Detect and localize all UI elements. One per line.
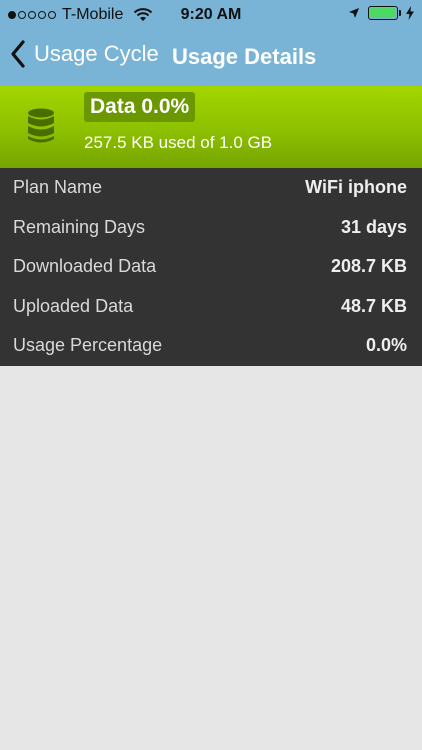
- usage-details-list: Plan Name WiFi iphone Remaining Days 31 …: [0, 168, 422, 366]
- battery-fill: [370, 8, 396, 18]
- status-bar: T-Mobile 9:20 AM: [0, 0, 422, 30]
- page-title: Usage Details: [172, 44, 317, 69]
- back-button[interactable]: Usage Cycle: [10, 40, 159, 68]
- detail-label: Downloaded Data: [13, 256, 157, 276]
- detail-label: Uploaded Data: [13, 295, 134, 316]
- detail-row-downloaded-data: Downloaded Data 208.7 KB: [0, 247, 422, 286]
- detail-value: 0.0%: [365, 335, 407, 355]
- detail-label: Usage Percentage: [13, 335, 163, 355]
- detail-value: WiFi iphone: [305, 177, 407, 197]
- detail-row-remaining-days: Remaining Days 31 days: [0, 208, 422, 247]
- detail-label: Remaining Days: [13, 216, 146, 237]
- chevron-left-icon: [11, 40, 25, 68]
- detail-row-usage-percentage: Usage Percentage 0.0%: [0, 326, 422, 365]
- usage-amount-subtitle: 257.5 KB used of 1.0 GB: [84, 133, 273, 152]
- detail-value: 208.7 KB: [330, 256, 407, 276]
- location-icon: [349, 8, 359, 18]
- usage-summary-banner: Data 0.0% 257.5 KB used of 1.0 GB: [0, 86, 422, 168]
- detail-label: Plan Name: [13, 177, 103, 197]
- charging-bolt-icon: [406, 6, 414, 20]
- status-right: [348, 6, 414, 20]
- navigation-bar: Usage Cycle Usage Details: [0, 30, 422, 86]
- detail-value: 48.7 KB: [340, 295, 407, 316]
- detail-value: 31 days: [340, 216, 407, 237]
- usage-percent-title: Data 0.0%: [84, 92, 196, 122]
- battery-icon: [368, 6, 401, 20]
- database-icon: [28, 108, 54, 143]
- back-button-label: Usage Cycle: [34, 41, 159, 66]
- detail-row-plan-name: Plan Name WiFi iphone: [0, 168, 422, 207]
- detail-row-uploaded-data: Uploaded Data 48.7 KB: [0, 287, 422, 326]
